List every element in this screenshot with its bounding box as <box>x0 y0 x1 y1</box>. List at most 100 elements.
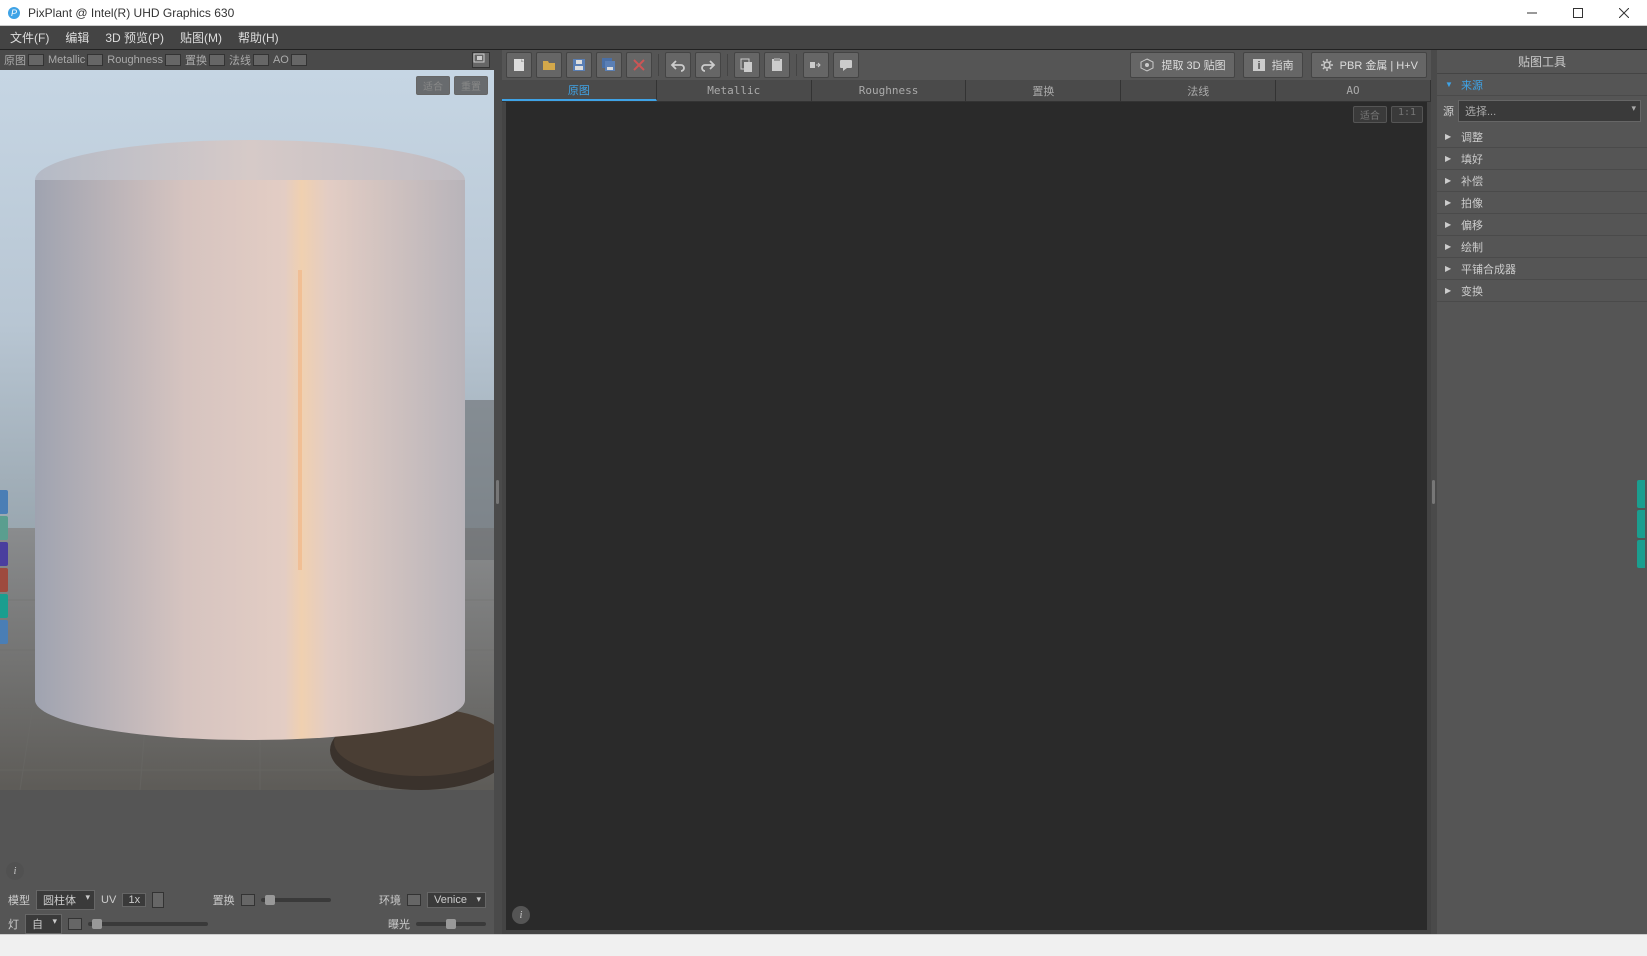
detach-preview-button[interactable] <box>472 52 490 68</box>
uv-value[interactable]: 1x <box>122 893 146 907</box>
channel-roughness-toggle[interactable]: Roughness <box>107 54 181 66</box>
edge-tab-3[interactable] <box>1637 540 1645 568</box>
expand-icon: ▼ <box>1445 80 1455 89</box>
canvas-ratio-button[interactable]: 1:1 <box>1391 106 1423 123</box>
light-checkbox[interactable] <box>68 918 82 930</box>
section-adjust[interactable]: ▶调整 <box>1437 126 1647 148</box>
edge-tab-l2[interactable] <box>0 516 8 540</box>
displace-label: 置换 <box>213 892 235 908</box>
model-dropdown[interactable]: 圆柱体 <box>36 890 95 910</box>
close-button[interactable] <box>1601 0 1647 26</box>
env-checkbox[interactable] <box>407 894 421 906</box>
right-edge-tabs <box>1637 480 1647 568</box>
menubar: 文件(F) 编辑 3D 预览(P) 贴图(M) 帮助(H) <box>0 26 1647 50</box>
channel-metallic-toggle[interactable]: Metallic <box>48 54 103 66</box>
menu-help[interactable]: 帮助(H) <box>238 29 279 46</box>
tab-metallic[interactable]: Metallic <box>657 80 812 101</box>
preview-fit-button[interactable]: 适合 <box>416 76 450 95</box>
tab-roughness[interactable]: Roughness <box>812 80 967 101</box>
save-all-button[interactable] <box>596 52 622 78</box>
preview-panel: 原图 Metallic Roughness 置换 法线 AO <box>0 50 494 934</box>
open-button[interactable] <box>536 52 562 78</box>
section-draw[interactable]: ▶绘制 <box>1437 236 1647 258</box>
env-label: 环境 <box>379 892 401 908</box>
svg-text:P: P <box>11 8 17 18</box>
displace-slider[interactable] <box>261 898 331 902</box>
undo-button[interactable] <box>665 52 691 78</box>
redo-button[interactable] <box>695 52 721 78</box>
tab-diffuse[interactable]: 原图 <box>502 80 657 101</box>
section-snapshot[interactable]: ▶拍像 <box>1437 192 1647 214</box>
save-button[interactable] <box>566 52 592 78</box>
info-icon: i <box>1252 58 1266 72</box>
pbr-mode-button[interactable]: PBR 金属 | H+V <box>1311 52 1427 78</box>
new-button[interactable] <box>506 52 532 78</box>
copy-button[interactable] <box>734 52 760 78</box>
close-texture-button[interactable] <box>626 52 652 78</box>
splitter-left[interactable] <box>494 50 502 934</box>
uv-spinner[interactable] <box>152 892 164 908</box>
preview-reset-button[interactable]: 重置 <box>454 76 488 95</box>
statusbar <box>0 934 1647 956</box>
section-source[interactable]: ▼ 来源 <box>1437 74 1647 96</box>
edge-tab-l6[interactable] <box>0 620 8 644</box>
preview-overlay: 适合 重置 <box>416 76 488 95</box>
section-transform[interactable]: ▶变换 <box>1437 280 1647 302</box>
exposure-slider[interactable] <box>416 922 486 926</box>
light-slider[interactable] <box>88 922 208 926</box>
maximize-button[interactable] <box>1555 0 1601 26</box>
texture-tabs: 原图 Metallic Roughness 置换 法线 AO <box>502 80 1431 102</box>
app-icon: P <box>6 5 22 21</box>
tab-normal[interactable]: 法线 <box>1121 80 1276 101</box>
collapse-icon: ▶ <box>1445 132 1455 141</box>
edge-tab-l3[interactable] <box>0 542 8 566</box>
collapse-icon: ▶ <box>1445 242 1455 251</box>
preview-info-button[interactable]: i <box>6 862 24 880</box>
menu-edit[interactable]: 编辑 <box>65 29 89 46</box>
preview-viewport[interactable]: 适合 重置 i <box>0 70 494 886</box>
guide-button[interactable]: i 指南 <box>1243 52 1303 78</box>
collapse-icon: ▶ <box>1445 176 1455 185</box>
section-transfer[interactable]: ▶偏移 <box>1437 214 1647 236</box>
channel-displace-toggle[interactable]: 置换 <box>185 52 225 68</box>
menu-texture[interactable]: 贴图(M) <box>180 29 222 46</box>
canvas-area[interactable]: 适合 1:1 i <box>506 102 1427 930</box>
channel-normal-toggle[interactable]: 法线 <box>229 52 269 68</box>
left-edge-tabs <box>0 490 10 644</box>
extract-3d-button[interactable]: 提取 3D 贴图 <box>1130 52 1234 78</box>
channel-ao-toggle[interactable]: AO <box>273 54 307 66</box>
tab-ao[interactable]: AO <box>1276 80 1431 101</box>
section-compensate[interactable]: ▶补偿 <box>1437 170 1647 192</box>
edge-tab-l4[interactable] <box>0 568 8 592</box>
menu-3d-preview[interactable]: 3D 预览(P) <box>105 29 164 46</box>
canvas-info-button[interactable]: i <box>512 906 530 924</box>
displace-checkbox[interactable] <box>241 894 255 906</box>
source-label: 源 <box>1443 103 1454 119</box>
paste-button[interactable] <box>764 52 790 78</box>
preview-controls: 模型 圆柱体 UV 1x 置换 环境 Venice 灯 自 曝光 <box>0 886 494 934</box>
edge-tab-l1[interactable] <box>0 490 8 514</box>
minimize-button[interactable] <box>1509 0 1555 26</box>
edge-tab-1[interactable] <box>1637 480 1645 508</box>
comment-button[interactable] <box>833 52 859 78</box>
channel-diffuse-toggle[interactable]: 原图 <box>4 52 44 68</box>
collapse-icon: ▶ <box>1445 286 1455 295</box>
menu-file[interactable]: 文件(F) <box>10 29 49 46</box>
light-dropdown[interactable]: 自 <box>25 914 62 934</box>
splitter-right[interactable] <box>1431 50 1437 934</box>
collapse-icon: ▶ <box>1445 264 1455 273</box>
source-row: 源 选择... <box>1437 96 1647 126</box>
source-dropdown[interactable]: 选择... <box>1458 100 1641 122</box>
canvas-fit-button[interactable]: 适合 <box>1353 106 1387 123</box>
light-label: 灯 <box>8 916 19 932</box>
tab-displace[interactable]: 置换 <box>966 80 1121 101</box>
edge-tab-l5[interactable] <box>0 594 8 618</box>
tools-panel: 贴图工具 ▼ 来源 源 选择... ▶调整 ▶填好 ▶补偿 ▶拍像 ▶偏移 ▶绘… <box>1437 50 1647 934</box>
section-fillgood[interactable]: ▶填好 <box>1437 148 1647 170</box>
env-dropdown[interactable]: Venice <box>427 892 486 908</box>
edge-tab-2[interactable] <box>1637 510 1645 538</box>
section-tile-synth[interactable]: ▶平铺合成器 <box>1437 258 1647 280</box>
transfer-button[interactable] <box>803 52 829 78</box>
window-title: PixPlant @ Intel(R) UHD Graphics 630 <box>28 6 234 20</box>
extract-icon <box>1139 57 1155 73</box>
